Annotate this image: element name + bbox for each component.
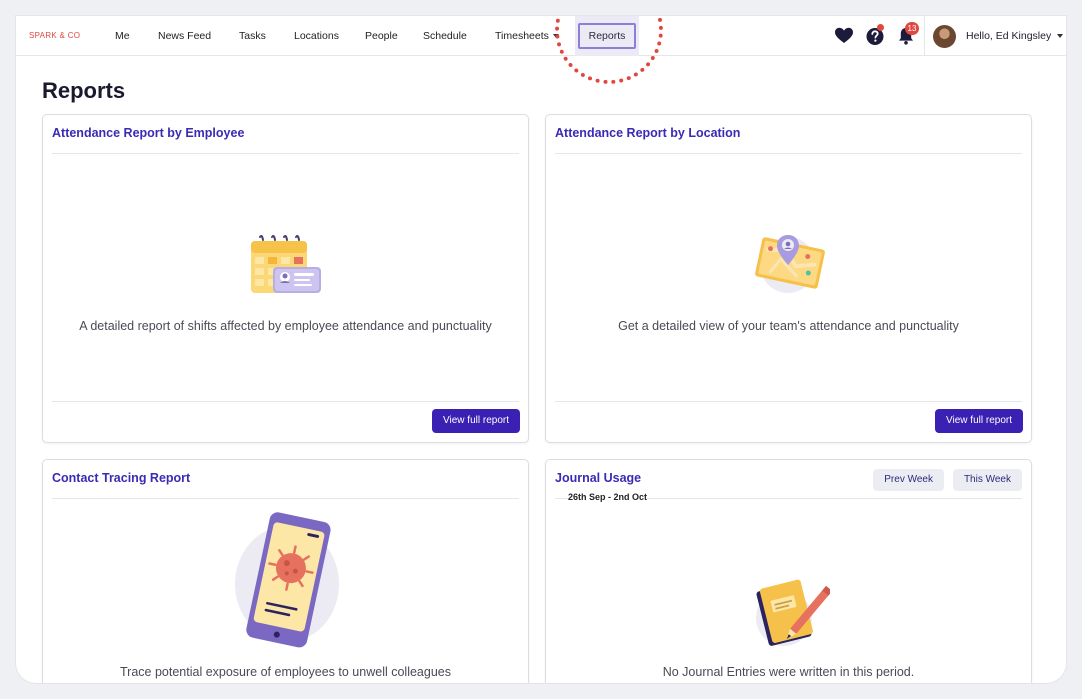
card-journal-usage: Journal Usage Prev Week This Week 26th S… bbox=[545, 459, 1032, 683]
user-menu[interactable]: Hello, Ed Kingsley bbox=[966, 30, 1064, 42]
nav-item-tasks[interactable]: Tasks bbox=[239, 30, 266, 42]
avatar[interactable] bbox=[933, 25, 956, 48]
card-attendance-by-location: Attendance Report by Location Get a deta… bbox=[545, 114, 1032, 443]
card-divider bbox=[52, 498, 519, 499]
card-title: Attendance Report by Location bbox=[555, 126, 741, 140]
journal-empty-message: No Journal Entries were written in this … bbox=[662, 665, 915, 679]
brand-logo[interactable]: SPARK & CO bbox=[29, 31, 80, 40]
virus-phone-illustration bbox=[235, 512, 339, 648]
nav-item-schedule[interactable]: Schedule bbox=[423, 30, 467, 42]
chevron-down-icon bbox=[552, 34, 559, 39]
calendar-id-illustration bbox=[251, 235, 321, 293]
map-pin-illustration bbox=[755, 235, 825, 293]
app-window: SPARK & CO Me News Feed Tasks Locations … bbox=[16, 16, 1066, 683]
view-full-report-button[interactable]: View full report bbox=[935, 409, 1023, 433]
card-divider bbox=[52, 153, 519, 154]
card-divider bbox=[52, 401, 519, 402]
card-description: A detailed report of shifts affected by … bbox=[79, 319, 492, 333]
journal-pencil-illustration bbox=[756, 579, 830, 646]
nav-item-people[interactable]: People bbox=[365, 30, 398, 42]
nav-divider bbox=[924, 16, 925, 56]
nav-item-timesheets-label: Timesheets bbox=[495, 30, 549, 42]
this-week-button[interactable]: This Week bbox=[952, 469, 1022, 491]
card-description: Get a detailed view of your team's atten… bbox=[618, 319, 959, 333]
notification-count-badge: 13 bbox=[905, 22, 919, 35]
nav-item-me[interactable]: Me bbox=[115, 30, 130, 42]
nav-item-locations[interactable]: Locations bbox=[294, 30, 339, 42]
view-full-report-button[interactable]: View full report bbox=[432, 409, 520, 433]
nav-item-reports[interactable]: Reports bbox=[578, 23, 636, 49]
page-title: Reports bbox=[42, 78, 126, 103]
card-divider bbox=[555, 153, 1022, 154]
prev-week-button[interactable]: Prev Week bbox=[873, 469, 944, 491]
card-title: Journal Usage bbox=[555, 471, 642, 485]
card-contact-tracing: Contact Tracing Report Trace potential e… bbox=[42, 459, 529, 683]
date-range-label: 26th Sep - 2nd Oct bbox=[568, 492, 648, 502]
top-navigation: SPARK & CO Me News Feed Tasks Locations … bbox=[16, 16, 1066, 56]
card-divider bbox=[555, 401, 1022, 402]
nav-item-timesheets[interactable]: Timesheets bbox=[495, 30, 559, 42]
chevron-down-icon bbox=[1057, 34, 1064, 39]
card-title: Attendance Report by Employee bbox=[52, 126, 245, 140]
card-title: Contact Tracing Report bbox=[52, 471, 191, 485]
nav-item-news-feed[interactable]: News Feed bbox=[158, 30, 211, 42]
heart-icon[interactable] bbox=[834, 25, 854, 47]
card-attendance-by-employee: Attendance Report by Employee A detailed… bbox=[42, 114, 529, 443]
user-greeting: Hello, Ed Kingsley bbox=[966, 30, 1052, 42]
help-notification-dot bbox=[877, 24, 884, 31]
card-description: Trace potential exposure of employees to… bbox=[120, 665, 451, 679]
